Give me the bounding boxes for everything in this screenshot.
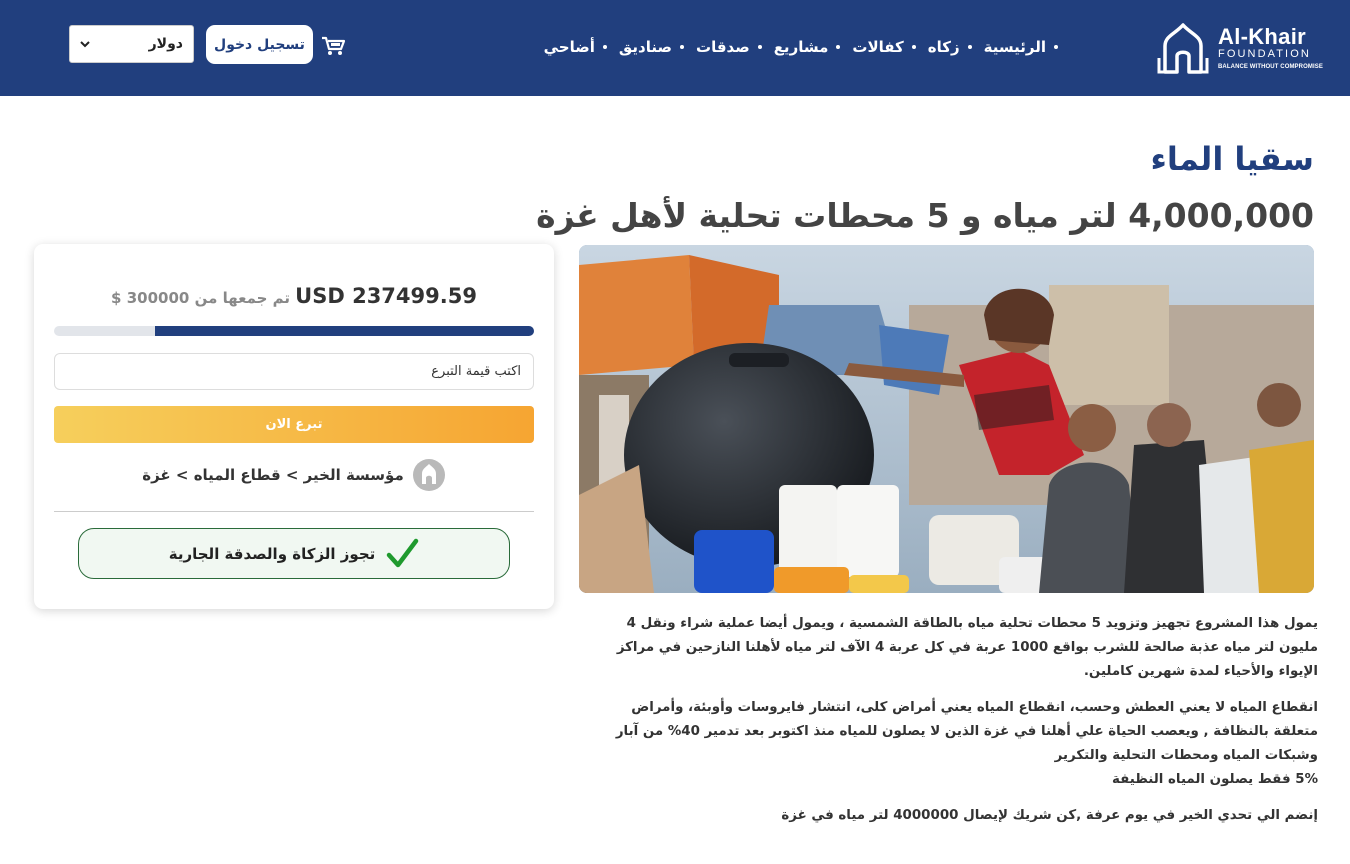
nav-bullet [967,45,972,49]
description-line: انقطاع المياه لا يعني العطش وحسب، انقطاع… [615,700,1318,763]
donation-card: USD 237499.59 تم جمعها من 300000 $ تبرع … [34,244,554,609]
check-icon [387,538,419,567]
raised-amount: USD 237499.59 [295,284,477,308]
currency-value: دولار [148,36,183,52]
nav-item-home[interactable]: الرئيسية [984,38,1058,56]
donation-progress-bar [54,326,534,336]
nav-item-zakat[interactable]: زكاه [928,38,984,56]
project-photo [579,245,1314,593]
brand-logo[interactable]: Al-Khair FOUNDATION BALANCE WITHOUT COMP… [1155,22,1325,74]
currency-select[interactable]: دولار [69,25,194,63]
site-header: Al-Khair FOUNDATION BALANCE WITHOUT COMP… [0,0,1350,96]
nav-bullet [757,45,762,49]
divider [54,511,534,512]
donation-amount-input[interactable] [54,353,534,390]
chevron-down-icon [80,41,90,48]
nav-item-charity[interactable]: صدقات [696,38,774,56]
zakat-eligibility-badge: تجوز الزكاة والصدقة الجارية [78,528,510,579]
nav-bullet [836,45,841,49]
project-description: يمول هذا المشروع تجهيز وتزويد 5 محطات تح… [588,612,1318,840]
organization-badge-icon [412,459,445,491]
progress-fill [154,326,534,336]
brand-tagline: BALANCE WITHOUT COMPROMISE [1218,64,1323,70]
nav-label: صدقات [696,38,750,56]
nav-item-sponsorships[interactable]: كفالات [852,38,927,56]
cart-icon[interactable] [321,36,345,56]
nav-label: كفالات [852,38,904,56]
description-paragraph: يمول هذا المشروع تجهيز وتزويد 5 محطات تح… [616,616,1318,679]
donate-now-button[interactable]: تبرع الان [54,406,534,443]
description-line: 5% فقط يصلون المياه النظيفة [1112,772,1318,787]
login-button[interactable]: تسجيل دخول [206,25,313,64]
breadcrumb-text: مؤسسة الخير > قطاع المياه > غزة [142,466,404,484]
nav-bullet [602,45,607,49]
nav-label: أضاحي [543,38,595,56]
nav-label: زكاه [927,38,960,56]
page-title: سقيا الماء [1150,140,1314,178]
description-paragraph: إنضم الي تحدي الخير في يوم عرفة ,كن شريك… [781,808,1318,823]
nav-item-sacrifices[interactable]: أضاحي [544,38,619,56]
page-subtitle: 4,000,000 لتر مياه و 5 محطات تحلية لأهل … [536,196,1314,235]
raised-summary: USD 237499.59 تم جمعها من 300000 $ [34,284,554,308]
description-paragraph: انقطاع المياه لا يعني العطش وحسب، انقطاع… [588,696,1318,792]
goal-text: تم جمعها من 300000 $ [111,289,291,307]
nav-bullet [911,45,916,49]
nav-item-projects[interactable]: مشاريع [774,38,853,56]
breadcrumb: مؤسسة الخير > قطاع المياه > غزة [34,458,554,492]
main-nav: الرئيسية زكاه كفالات مشاريع صدقات صناديق… [544,38,1058,56]
photo-scene [579,245,1314,593]
logo-dome-icon [1157,23,1209,74]
nav-bullet [680,45,684,49]
nav-label: صناديق [618,38,672,56]
nav-bullet [1054,45,1058,49]
nav-label: الرئيسية [983,38,1046,56]
zakat-text: تجوز الزكاة والصدقة الجارية [168,544,376,563]
nav-label: مشاريع [773,38,829,56]
nav-item-funds[interactable]: صناديق [619,38,696,56]
brand-name: Al-Khair [1218,24,1306,49]
brand-sub: FOUNDATION [1218,48,1311,60]
